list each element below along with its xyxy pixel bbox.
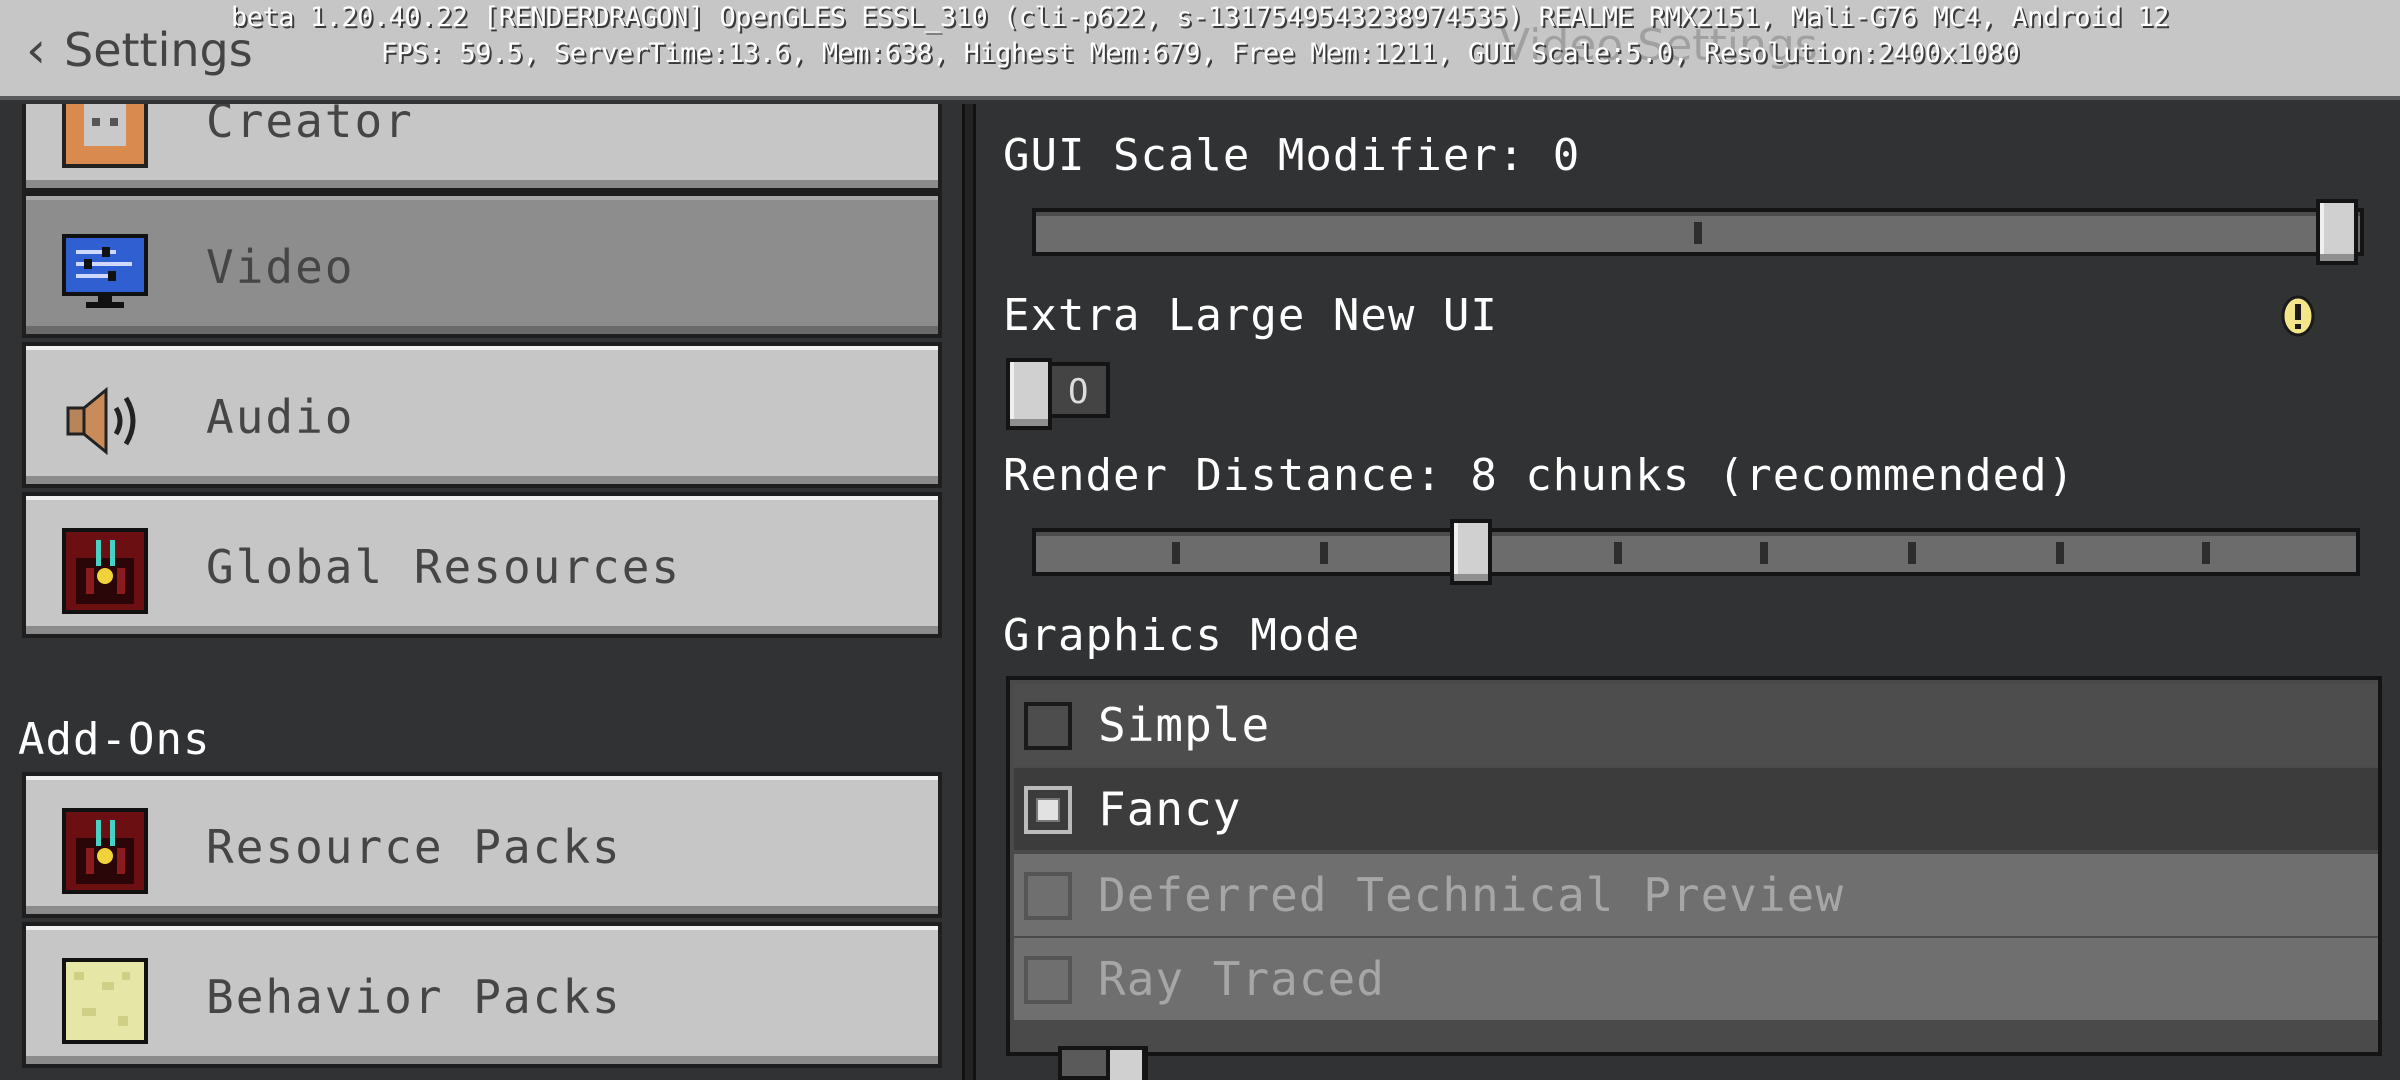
toggle-knob: [1006, 358, 1052, 430]
sidebar-item-label: Video: [206, 240, 355, 294]
debug-overlay-line-2: FPS: 59.5, ServerTime:13.6, Mem:638, Hig…: [380, 38, 2020, 69]
gui-scale-slider[interactable]: [1032, 199, 2364, 265]
slider-tick: [1694, 222, 1702, 244]
slider-tick: [1320, 542, 1328, 564]
gui-scale-label: GUI Scale Modifier: 0: [1003, 130, 1581, 181]
sidebar-item-label: Audio: [206, 390, 355, 444]
toggle-state-label: O: [1068, 372, 1089, 412]
graphics-mode-option-simple[interactable]: Simple: [1014, 684, 2378, 766]
section-heading-add-ons: Add-Ons: [18, 714, 211, 765]
extra-large-ui-toggle[interactable]: O: [1006, 358, 1110, 430]
sidebar-item-behavior-packs[interactable]: Behavior Packs: [22, 922, 942, 1068]
top-bar: ‹ Settings Video Settings beta 1.20.40.2…: [0, 0, 2400, 100]
slider-tick: [2202, 542, 2210, 564]
render-distance-slider[interactable]: [1032, 519, 2360, 585]
settings-sidebar: Creator Video Audio Global Resources Add…: [0, 104, 962, 1080]
slider-tick: [1614, 542, 1622, 564]
sidebar-item-resource-packs[interactable]: Resource Packs: [22, 772, 942, 918]
option-label: Simple: [1098, 698, 1271, 752]
graphics-mode-label: Graphics Mode: [1003, 610, 1361, 661]
render-distance-label: Render Distance: 8 chunks (recommended): [1003, 450, 2076, 501]
sidebar-item-global-resources[interactable]: Global Resources: [22, 492, 942, 638]
checkbox: [1024, 872, 1072, 920]
behavior-pack-icon: [62, 958, 148, 1044]
creator-icon: [62, 104, 148, 168]
sidebar-item-label: Resource Packs: [206, 820, 622, 874]
resource-pack-icon: [62, 808, 148, 894]
option-label: Deferred Technical Preview: [1098, 868, 1845, 922]
checkbox: [1024, 956, 1072, 1004]
slider-tick: [1172, 542, 1180, 564]
gui-scale-slider-thumb[interactable]: [2316, 199, 2358, 265]
option-label: Ray Traced: [1098, 952, 1385, 1006]
checkbox[interactable]: [1024, 702, 1072, 750]
resource-pack-icon: [62, 528, 148, 614]
extra-large-ui-label: Extra Large New UI: [1003, 290, 1498, 341]
info-icon[interactable]: [2280, 294, 2316, 340]
render-distance-slider-thumb[interactable]: [1450, 519, 1492, 585]
partially-visible-toggle[interactable]: [1058, 1046, 1148, 1080]
slider-tick: [1760, 542, 1768, 564]
slider-tick: [2056, 542, 2064, 564]
video-settings-panel: GUI Scale Modifier: 0 Extra Large New UI…: [976, 104, 2400, 1080]
sidebar-item-audio[interactable]: Audio: [22, 342, 942, 488]
graphics-mode-option-fancy[interactable]: Fancy: [1014, 768, 2378, 850]
debug-overlay-line-1: beta 1.20.40.22 [RENDERDRAGON] OpenGLES …: [231, 2, 2169, 33]
sidebar-item-label: Behavior Packs: [206, 970, 622, 1024]
monitor-icon: [62, 234, 148, 308]
sidebar-item-label: Global Resources: [206, 540, 682, 594]
option-label: Fancy: [1098, 782, 1242, 836]
sidebar-item-creator[interactable]: Creator: [22, 104, 942, 192]
graphics-mode-option-deferred: Deferred Technical Preview: [1014, 854, 2378, 936]
panel-divider: [962, 104, 976, 1080]
checkbox-checked[interactable]: [1024, 786, 1072, 834]
toggle-knob: [1106, 1046, 1146, 1080]
check-mark-icon: [1036, 798, 1060, 822]
slider-tick: [1908, 542, 1916, 564]
sidebar-item-video[interactable]: Video: [22, 192, 942, 338]
speaker-icon: [66, 386, 136, 456]
graphics-mode-option-ray-traced: Ray Traced: [1014, 938, 2378, 1020]
graphics-mode-dropdown: Simple Fancy Deferred Technical Preview …: [1006, 676, 2382, 1056]
sidebar-item-label: Creator: [206, 104, 414, 148]
